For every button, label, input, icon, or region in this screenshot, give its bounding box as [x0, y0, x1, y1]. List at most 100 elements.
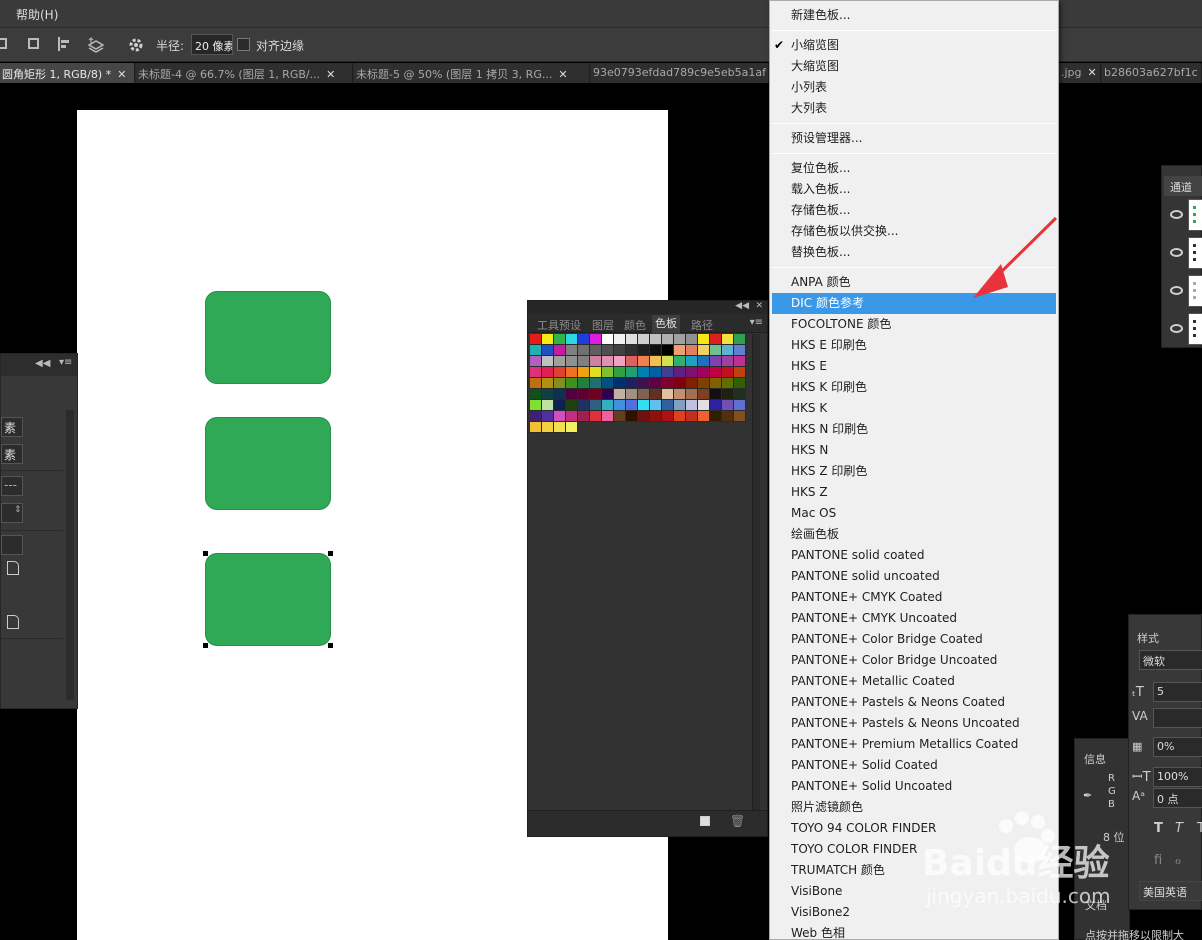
swatch-cell[interactable] [662, 389, 674, 400]
menu-item[interactable]: 绘画色板 [772, 524, 1056, 545]
menu-item[interactable]: 预设管理器... [772, 128, 1056, 149]
swatch-cell[interactable] [554, 345, 566, 356]
swatch-cell[interactable] [626, 356, 638, 367]
menu-item[interactable]: PANTONE+ Solid Coated [772, 755, 1056, 776]
close-icon[interactable]: ✕ [558, 68, 567, 81]
swatch-cell[interactable] [554, 389, 566, 400]
swatch-cell[interactable] [554, 400, 566, 411]
swatch-cell[interactable] [578, 411, 590, 422]
swatch-cell[interactable] [614, 334, 626, 345]
swatch-cell[interactable] [662, 345, 674, 356]
menu-item[interactable]: PANTONE solid uncoated [772, 566, 1056, 587]
swatch-cell[interactable] [734, 400, 746, 411]
swatch-cell[interactable] [650, 389, 662, 400]
swatch-cell[interactable] [674, 334, 686, 345]
baseline-shift-field[interactable]: 0 点 [1153, 788, 1202, 808]
swatch-cell[interactable] [602, 367, 614, 378]
swatch-cell[interactable] [698, 389, 710, 400]
swatch-cell[interactable] [566, 334, 578, 345]
panel-menu-icon[interactable]: ▾≡ [59, 357, 72, 368]
swatch-cell[interactable] [590, 411, 602, 422]
swatch-cell[interactable] [614, 345, 626, 356]
swatch-cell[interactable] [578, 356, 590, 367]
menu-item[interactable]: 存储色板以供交换... [772, 221, 1056, 242]
swatch-cell[interactable] [638, 356, 650, 367]
swatch-cell[interactable] [662, 378, 674, 389]
swatch-cell[interactable] [578, 367, 590, 378]
swatch-cell[interactable] [602, 411, 614, 422]
scrollbar[interactable] [752, 334, 760, 810]
swatch-cell[interactable] [614, 411, 626, 422]
stroke-stepper[interactable]: ⇕ [1, 503, 23, 523]
swatch-cell[interactable] [662, 400, 674, 411]
swatch-cell[interactable] [614, 356, 626, 367]
kerning-field[interactable] [1153, 708, 1202, 728]
swatch-cell[interactable] [566, 345, 578, 356]
swatch-cell[interactable] [734, 378, 746, 389]
menu-item[interactable]: PANTONE+ Color Bridge Uncoated [772, 650, 1056, 671]
swatch-cell[interactable] [674, 400, 686, 411]
swatch-cell[interactable] [590, 334, 602, 345]
swatch-cell[interactable] [722, 389, 734, 400]
width-field[interactable]: 素 [1, 417, 23, 437]
swatch-cell[interactable] [566, 411, 578, 422]
menu-item[interactable]: 替换色板... [772, 242, 1056, 263]
swatch-cell[interactable] [698, 411, 710, 422]
swatch-cell[interactable] [530, 378, 542, 389]
swatch-cell[interactable] [626, 345, 638, 356]
menu-item[interactable]: 大缩览图 [772, 56, 1056, 77]
faux-italic-icon[interactable]: T [1175, 821, 1183, 836]
swatch-cell[interactable] [626, 411, 638, 422]
swatch-cell[interactable] [542, 400, 554, 411]
tab-swatches[interactable]: 色板 [652, 315, 680, 333]
swatch-cell[interactable] [590, 389, 602, 400]
collapse-icon[interactable]: ◀◀ [35, 358, 50, 369]
swatch-cell[interactable] [686, 367, 698, 378]
panel-menu-icon[interactable]: ▾≡ [750, 317, 763, 328]
swatch-cell[interactable] [542, 345, 554, 356]
swatch-cell[interactable] [710, 389, 722, 400]
swatch-cell[interactable] [698, 378, 710, 389]
path-operations-icon[interactable] [26, 36, 42, 52]
swatch-cell[interactable] [674, 345, 686, 356]
eye-icon[interactable] [1170, 210, 1183, 219]
menu-item[interactable]: PANTONE+ CMYK Coated [772, 587, 1056, 608]
swatch-cell[interactable] [710, 411, 722, 422]
menu-item[interactable]: 大列表 [772, 98, 1056, 119]
swatch-cell[interactable] [698, 356, 710, 367]
swatch-cell[interactable] [602, 389, 614, 400]
swatch-cell[interactable] [530, 334, 542, 345]
swatch-cell[interactable] [722, 411, 734, 422]
swatch-cell[interactable] [578, 389, 590, 400]
menu-item[interactable]: PANTONE+ Premium Metallics Coated [772, 734, 1056, 755]
menu-item[interactable]: 小列表 [772, 77, 1056, 98]
swatch-cell[interactable] [710, 356, 722, 367]
swatch-cell[interactable] [650, 334, 662, 345]
menu-item[interactable]: HKS N [772, 440, 1056, 461]
swatch-cell[interactable] [674, 356, 686, 367]
swatch-cell[interactable] [530, 400, 542, 411]
swatch-cell[interactable] [602, 356, 614, 367]
align-edges-checkbox[interactable] [237, 38, 250, 51]
swatch-cell[interactable] [698, 367, 710, 378]
swatch-cell[interactable] [650, 411, 662, 422]
tab-document-6[interactable]: b28603a627bf1c [1102, 63, 1202, 83]
swatch-cell[interactable] [674, 389, 686, 400]
swatch-cell[interactable] [614, 378, 626, 389]
swatch-cell[interactable] [566, 356, 578, 367]
swatch-cell[interactable] [542, 367, 554, 378]
eye-icon[interactable] [1170, 286, 1183, 295]
menu-item[interactable]: FOCOLTONE 颜色 [772, 314, 1056, 335]
swatch-cell[interactable] [602, 400, 614, 411]
menu-item[interactable]: PANTONE solid coated [772, 545, 1056, 566]
swatch-cell[interactable] [662, 356, 674, 367]
swatch-cell[interactable] [686, 345, 698, 356]
vertical-scale-field[interactable]: 100% [1153, 767, 1202, 787]
radius-input[interactable]: 20 像素 [191, 34, 233, 55]
swatch-cell[interactable] [590, 400, 602, 411]
menu-item[interactable]: PANTONE+ Metallic Coated [772, 671, 1056, 692]
swatch-cell[interactable] [578, 378, 590, 389]
swatch-cell[interactable] [542, 356, 554, 367]
swatch-cell[interactable] [722, 378, 734, 389]
rounded-rectangle-3-selected[interactable] [205, 553, 331, 646]
